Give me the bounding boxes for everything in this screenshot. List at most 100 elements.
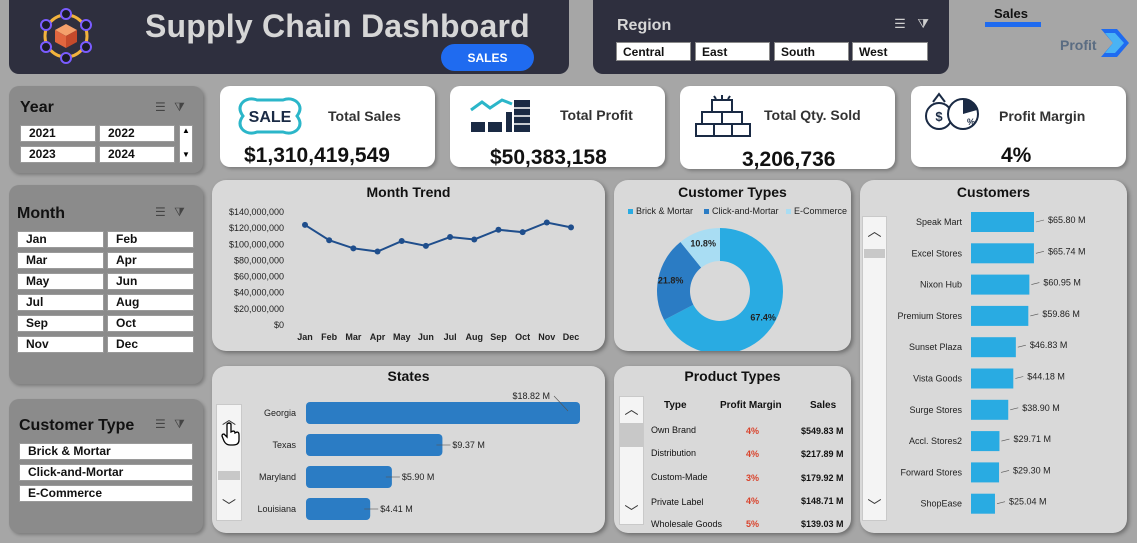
year-option-2024[interactable]: 2024: [99, 146, 175, 163]
nav-sales-tab[interactable]: Sales: [994, 6, 1028, 21]
product-type-margin: 5%: [746, 519, 760, 529]
x-tick-label: May: [393, 332, 411, 342]
multi-select-icon[interactable]: ☰: [155, 100, 166, 114]
month-option-nov[interactable]: Nov: [17, 336, 104, 353]
trend-point: [519, 229, 526, 236]
kpi-total-profit: Total Profit $50,383,158: [450, 86, 665, 169]
sales-button[interactable]: SALES: [441, 44, 534, 71]
month-option-mar[interactable]: Mar: [17, 252, 104, 269]
y-tick-label: $140,000,000: [229, 207, 284, 217]
year-slicer: Year ☰ ⧩ 2021 2022 2023 2024 ▲ ▼: [9, 86, 203, 173]
states-panel: States ︿ ﹀ Georgia $18.82 M Texas $9.37 M Ma…: [212, 366, 605, 533]
region-slicer-controls: ☰ ⧩: [894, 16, 929, 32]
product-type-sales: $148.71 M: [801, 496, 844, 506]
state-bar: [306, 466, 392, 488]
customer-label: Excel Stores: [911, 248, 962, 258]
region-option-south[interactable]: South: [774, 42, 849, 61]
scroll-down-icon[interactable]: ▼: [180, 150, 192, 160]
customer-value-label: $44.18 M: [1027, 372, 1065, 382]
nav-active-indicator: [985, 22, 1041, 27]
legend-swatch: [628, 209, 633, 214]
customer-value-label: $29.30 M: [1013, 465, 1051, 475]
month-option-jan[interactable]: Jan: [17, 231, 104, 248]
month-option-jul[interactable]: Jul: [17, 294, 104, 311]
clear-filter-icon[interactable]: ⧩: [174, 100, 185, 114]
month-option-sep[interactable]: Sep: [17, 315, 104, 332]
product-types-scrollbar[interactable]: ︿ ﹀: [619, 396, 644, 525]
svg-text:%: %: [967, 117, 975, 127]
month-option-apr[interactable]: Apr: [107, 252, 194, 269]
customer-type-option-brick[interactable]: Brick & Mortar: [19, 443, 193, 460]
product-type-sales: $549.83 M: [801, 426, 844, 436]
customer-label: ShopEase: [920, 499, 962, 509]
customer-value-label: $65.80 M: [1048, 215, 1086, 225]
year-scrollbar[interactable]: ▲ ▼: [179, 125, 193, 163]
kpi-total-qty: Total Qty. Sold 3,206,736: [680, 86, 895, 171]
clear-filter-icon[interactable]: ⧩: [174, 417, 185, 431]
multi-select-icon[interactable]: ☰: [894, 16, 906, 31]
customer-bar: [971, 305, 1029, 326]
customer-type-slicer-title: Customer Type: [19, 417, 135, 434]
leader-line: [1001, 438, 1010, 442]
month-option-feb[interactable]: Feb: [107, 231, 194, 248]
month-option-aug[interactable]: Aug: [107, 294, 194, 311]
slice-value-label: 21.8%: [658, 276, 684, 286]
region-option-east[interactable]: East: [695, 42, 770, 61]
customer-value-label: $29.71 M: [1013, 434, 1051, 444]
x-tick-label: Apr: [370, 332, 386, 342]
leader-line: [1015, 376, 1024, 379]
growth-bars-icon: [470, 98, 530, 132]
customer-value-label: $59.86 M: [1042, 309, 1080, 319]
customer-bar: [971, 274, 1030, 295]
dashboard-header: Supply Chain Dashboard SALES: [9, 0, 569, 74]
region-option-central[interactable]: Central: [616, 42, 691, 61]
boxes-icon: [695, 95, 751, 137]
month-option-oct[interactable]: Oct: [107, 315, 194, 332]
month-option-dec[interactable]: Dec: [107, 336, 194, 353]
col-header-sales: Sales: [810, 400, 837, 411]
clear-filter-icon[interactable]: ⧩: [917, 16, 929, 31]
customer-label: Forward Stores: [900, 467, 962, 477]
product-type-margin: 4%: [746, 426, 760, 436]
region-title: Region: [617, 17, 672, 34]
trend-line: [304, 221, 572, 253]
product-type-name: Private Label: [651, 497, 704, 507]
x-tick-label: Oct: [515, 332, 530, 342]
customer-types-panel: Customer Types Brick & Mortar Click-and-M…: [614, 180, 851, 351]
month-option-may[interactable]: May: [17, 273, 104, 290]
region-option-west[interactable]: West: [852, 42, 928, 61]
sale-tag-icon: SALE: [238, 97, 302, 135]
trend-point: [398, 238, 405, 245]
x-tick-label: Mar: [345, 332, 362, 342]
x-tick-label: Jun: [418, 332, 434, 342]
product-type-name: Own Brand: [651, 425, 697, 435]
kpi-qty-label: Total Qty. Sold: [764, 107, 861, 123]
nav-profit-tab[interactable]: Profit: [1060, 37, 1097, 53]
scroll-up-icon[interactable]: ▲: [180, 126, 192, 136]
page-title: Supply Chain Dashboard: [145, 8, 530, 44]
year-option-2022[interactable]: 2022: [99, 125, 175, 142]
clear-filter-icon[interactable]: ⧩: [174, 205, 185, 219]
chevron-right-icon[interactable]: [1099, 28, 1131, 58]
customer-bar: [971, 493, 995, 514]
multi-select-icon[interactable]: ☰: [155, 417, 166, 431]
year-option-2023[interactable]: 2023: [20, 146, 96, 163]
legend-label: E-Commerce: [794, 206, 847, 216]
scroll-up-icon[interactable]: ︿: [620, 399, 643, 419]
customer-type-option-ecommerce[interactable]: E-Commerce: [19, 485, 193, 502]
customer-types-chart: Brick & Mortar Click-and-Mortar E-Commerce…: [628, 206, 847, 351]
leader-line: [1035, 251, 1045, 254]
multi-select-icon[interactable]: ☰: [155, 205, 166, 219]
month-slicer-title: Month: [17, 205, 65, 222]
legend-swatch: [786, 209, 791, 214]
month-option-jun[interactable]: Jun: [107, 273, 194, 290]
x-tick-label: Jul: [444, 332, 457, 342]
customer-type-option-click[interactable]: Click-and-Mortar: [19, 464, 193, 481]
scroll-down-icon[interactable]: ﹀: [620, 502, 643, 522]
customer-label: Sunset Plaza: [909, 342, 962, 352]
y-tick-label: $0: [274, 320, 284, 330]
supply-chain-logo-icon: [40, 8, 92, 64]
year-option-2021[interactable]: 2021: [20, 125, 96, 142]
states-chart: Georgia $18.82 M Texas $9.37 M Maryland $5.90…: [257, 391, 580, 520]
scroll-thumb[interactable]: [620, 423, 643, 447]
